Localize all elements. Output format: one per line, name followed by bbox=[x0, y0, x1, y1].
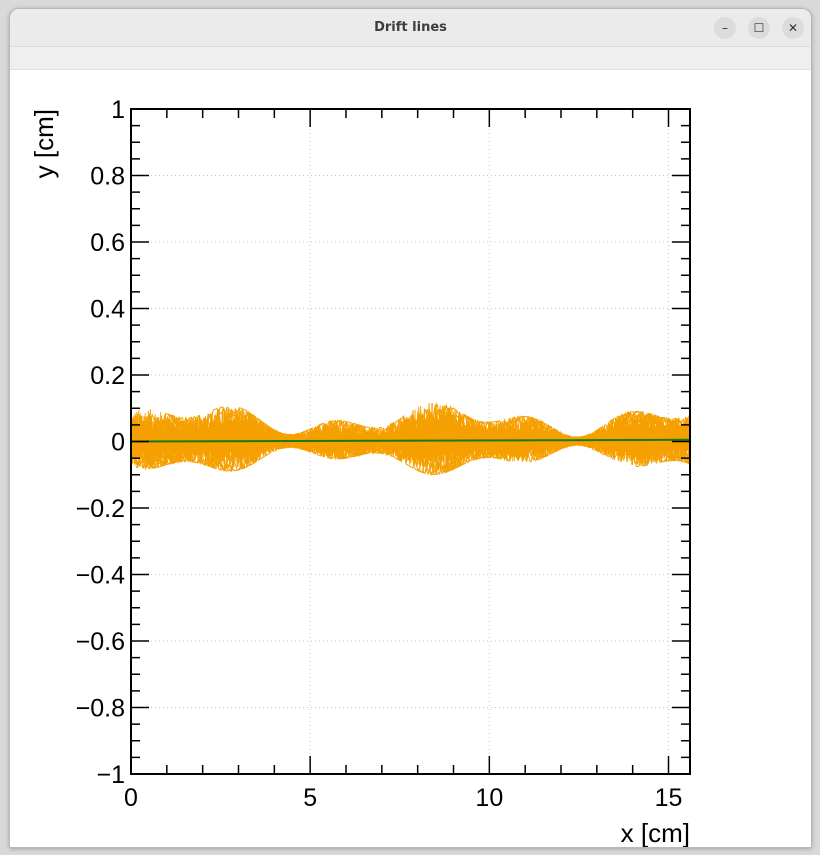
menu-bar bbox=[10, 47, 811, 70]
y-tick-label: −0.4 bbox=[76, 562, 125, 590]
window-title: Drift lines bbox=[374, 20, 447, 35]
close-button[interactable]: ✕ bbox=[782, 17, 804, 39]
drift-lines-chart: 0 5 10 15 −1 −0.8 −0.6 −0.4 −0.2 0 0.2 0.4 0.6 0.8 1 x… bbox=[29, 96, 691, 847]
data-layer bbox=[130, 402, 691, 477]
x-tick-label: 10 bbox=[475, 784, 503, 812]
x-tick-label: 5 bbox=[303, 784, 317, 812]
plot-canvas[interactable]: 0 5 10 15 −1 −0.8 −0.6 −0.4 −0.2 0 0.2 0.4 0.6 0.8 1 x… bbox=[10, 70, 811, 847]
title-bar[interactable]: Drift lines – ☐ ✕ bbox=[10, 9, 811, 47]
y-tick-label: 0.8 bbox=[90, 163, 125, 191]
y-tick-label: −0.6 bbox=[76, 628, 125, 656]
y-tick-label: 1 bbox=[111, 96, 125, 124]
x-axis-label: x [cm] bbox=[621, 818, 690, 847]
x-tick-label: 15 bbox=[655, 784, 683, 812]
app-window: Drift lines – ☐ ✕ 0 5 10 15 −1 −0.8 −0.6 −0.4 −0… bbox=[9, 8, 812, 848]
x-tick-label: 0 bbox=[124, 784, 138, 812]
y-tick-label: −0.8 bbox=[76, 695, 125, 723]
y-axis-label: y [cm] bbox=[29, 109, 59, 178]
y-tick-label: 0.4 bbox=[90, 296, 125, 324]
y-tick-label: 0.6 bbox=[90, 229, 125, 257]
minimize-button[interactable]: – bbox=[714, 17, 736, 39]
y-tick-label: 0.2 bbox=[90, 362, 125, 390]
y-tick-label: 0 bbox=[111, 429, 125, 457]
maximize-button[interactable]: ☐ bbox=[748, 17, 770, 39]
y-tick-label: −1 bbox=[96, 761, 125, 789]
y-tick-label: −0.2 bbox=[76, 495, 125, 523]
